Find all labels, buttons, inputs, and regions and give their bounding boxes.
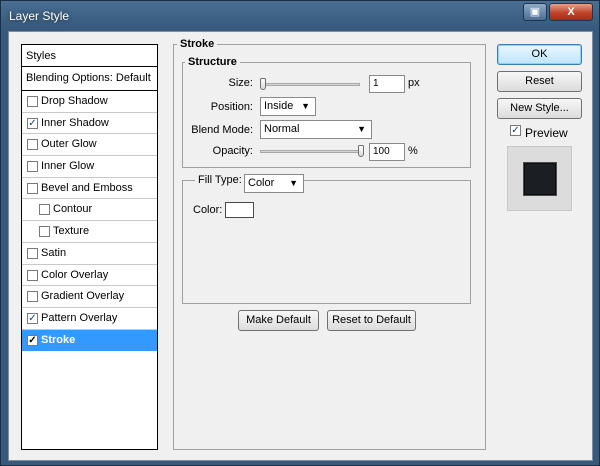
styles-header[interactable]: Styles [22, 45, 157, 67]
restore-icon[interactable]: ▣ [523, 3, 547, 21]
style-item-label: Bevel and Emboss [41, 181, 133, 194]
ok-button[interactable]: OK [497, 44, 582, 65]
style-item-satin[interactable]: Satin [22, 242, 157, 265]
style-checkbox[interactable]: ✓ [27, 117, 38, 129]
color-label: Color: [193, 204, 223, 216]
window-title: Layer Style [9, 9, 70, 23]
style-item-label: Inner Shadow [41, 116, 109, 129]
close-icon[interactable]: X [549, 3, 593, 21]
opacity-slider[interactable] [260, 145, 364, 157]
style-item-inner-glow[interactable]: Inner Glow [22, 156, 157, 178]
fill-type-value: Color [248, 177, 275, 189]
fill-type-label: Fill Type: [195, 174, 245, 186]
style-item-label: Contour [53, 203, 93, 216]
style-item-bevel-and-emboss[interactable]: Bevel and Emboss [22, 177, 157, 200]
opacity-slider-thumb[interactable] [358, 145, 364, 157]
style-item-gradient-overlay[interactable]: Gradient Overlay [22, 286, 157, 308]
make-default-button[interactable]: Make Default [238, 310, 319, 331]
style-checkbox[interactable] [27, 291, 38, 303]
style-item-inner-shadow[interactable]: ✓ Inner Shadow [22, 112, 157, 135]
structure-title: Structure [185, 56, 240, 68]
style-item-color-overlay[interactable]: Color Overlay [22, 264, 157, 287]
size-unit: px [408, 77, 420, 89]
fill-type-select[interactable]: Color ▼ [244, 174, 304, 193]
preview-thumbnail [507, 146, 572, 211]
position-value: Inside [264, 100, 294, 112]
dialog-body: Styles Blending Options: Default Drop Sh… [8, 31, 593, 461]
preview-label: Preview [525, 126, 568, 140]
size-input[interactable]: 1 [369, 75, 405, 93]
new-style-button[interactable]: New Style... [497, 98, 582, 119]
chevron-down-icon: ▼ [357, 124, 366, 134]
opacity-unit: % [408, 145, 418, 157]
size-slider[interactable] [260, 78, 360, 90]
style-checkbox[interactable]: ✓ [27, 312, 38, 324]
preview-checkbox[interactable]: ✓ [510, 125, 521, 136]
blend-mode-label: Blend Mode: [191, 124, 253, 136]
style-item-pattern-overlay[interactable]: ✓ Pattern Overlay [22, 307, 157, 330]
styles-panel: Styles Blending Options: Default Drop Sh… [21, 44, 158, 450]
style-item-label: Drop Shadow [41, 95, 108, 107]
blend-mode-select[interactable]: Normal ▼ [260, 120, 372, 139]
stroke-color-swatch[interactable] [225, 202, 254, 218]
style-checkbox[interactable] [27, 247, 38, 259]
style-checkbox[interactable] [27, 139, 38, 151]
fill-group [182, 180, 471, 304]
blending-options-item[interactable]: Blending Options: Default [22, 67, 157, 91]
style-checkbox[interactable]: ✓ [27, 334, 38, 346]
style-item-label: Satin [41, 246, 67, 259]
opacity-input[interactable]: 100 [369, 143, 405, 161]
blend-mode-value: Normal [264, 123, 300, 135]
style-checkbox[interactable] [27, 96, 38, 107]
style-item-label: Texture [53, 225, 90, 238]
style-checkbox[interactable] [39, 226, 50, 238]
opacity-label: Opacity: [212, 145, 253, 157]
stroke-title: Stroke [177, 38, 218, 50]
style-checkbox[interactable] [27, 182, 38, 194]
layer-style-dialog: Layer Style ▣ X Styles Blending Options:… [0, 0, 600, 466]
style-list: Drop Shadow ✓ Inner Shadow Outer Glow Inner … [22, 91, 157, 352]
style-item-contour[interactable]: Contour [22, 199, 157, 222]
style-item-outer-glow[interactable]: Outer Glow [22, 134, 157, 157]
reset-button[interactable]: Reset [497, 71, 582, 92]
reset-to-default-button[interactable]: Reset to Default [327, 310, 416, 331]
position-label: Position: [210, 101, 253, 113]
style-item-drop-shadow[interactable]: Drop Shadow [22, 91, 157, 113]
style-item-label: Pattern Overlay [41, 311, 118, 324]
title-bar[interactable]: Layer Style ▣ X [1, 1, 599, 31]
position-select[interactable]: Inside ▼ [260, 97, 316, 116]
style-item-label: Color Overlay [41, 268, 109, 281]
preview-swatch [524, 163, 556, 195]
style-item-label: Outer Glow [41, 138, 97, 151]
chevron-down-icon: ▼ [301, 101, 310, 111]
chevron-down-icon: ▼ [289, 178, 298, 188]
style-item-label: Stroke [41, 333, 76, 346]
size-label: Size: [228, 77, 253, 89]
size-slider-thumb[interactable] [260, 78, 266, 90]
style-item-label: Inner Glow [41, 160, 95, 173]
style-checkbox[interactable] [27, 161, 38, 173]
style-item-texture[interactable]: Texture [22, 221, 157, 243]
style-item-label: Gradient Overlay [41, 290, 125, 303]
style-checkbox[interactable] [27, 269, 38, 281]
style-checkbox[interactable] [39, 204, 50, 216]
style-item-stroke[interactable]: ✓ Stroke [22, 329, 157, 352]
